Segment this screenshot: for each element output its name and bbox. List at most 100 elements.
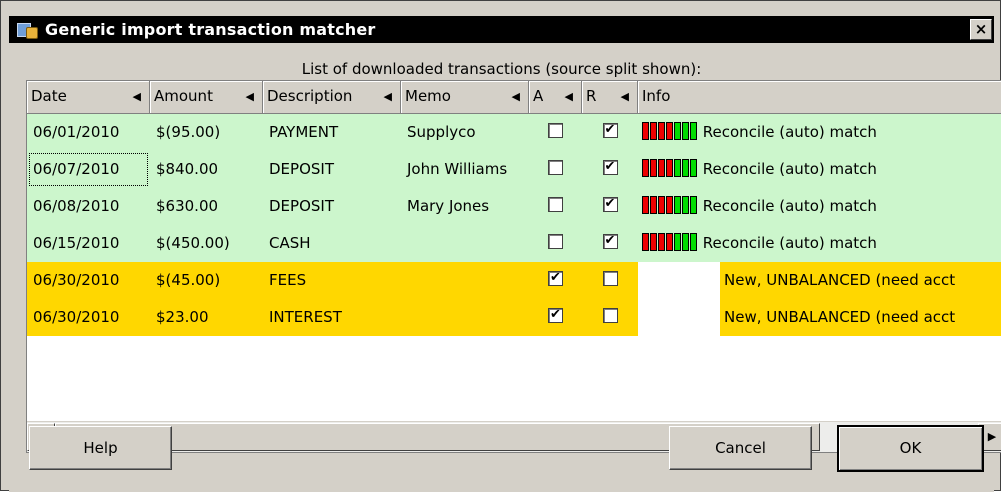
info-text: Reconcile (auto) match: [702, 234, 877, 252]
add-checkbox[interactable]: [548, 234, 563, 249]
sort-arrow-icon: ◀: [132, 90, 141, 103]
import-matcher-dialog: Generic import transaction matcher × Lis…: [0, 0, 1001, 492]
match-score-icon: [642, 121, 698, 140]
column-header-add[interactable]: A ◀: [529, 81, 582, 114]
add-cell: ✔: [529, 299, 582, 336]
column-label: Description: [267, 87, 353, 105]
info-cell: Reconcile (auto) match: [638, 114, 1001, 151]
column-header-description[interactable]: Description ◀: [263, 81, 401, 114]
reconcile-cell: ✔: [582, 225, 638, 262]
column-header-date[interactable]: Date ◀: [27, 81, 150, 114]
date-cell: 06/30/2010: [27, 299, 150, 336]
sort-arrow-icon: ◀: [245, 90, 254, 103]
sort-arrow-icon: ◀: [564, 90, 573, 103]
cancel-button[interactable]: Cancel: [669, 426, 812, 470]
description-cell: CASH: [263, 225, 401, 262]
memo-cell: Supplyco: [401, 114, 529, 151]
memo-cell: Mary Jones: [401, 188, 529, 225]
date-cell: 06/15/2010: [27, 225, 150, 262]
memo-cell: [401, 299, 529, 336]
reconcile-cell: [582, 262, 638, 299]
amount-cell: $23.00: [150, 299, 263, 336]
info-text: Reconcile (auto) match: [702, 197, 877, 215]
description-cell: FEES: [263, 262, 401, 299]
add-checkbox[interactable]: [548, 123, 563, 138]
info-text: Reconcile (auto) match: [702, 160, 877, 178]
add-cell: [529, 114, 582, 151]
column-header-amount[interactable]: Amount ◀: [150, 81, 263, 114]
add-checkbox[interactable]: ✔: [548, 308, 563, 323]
table-row[interactable]: 06/30/2010 $23.00 INTEREST ✔ New, UNBALA…: [27, 299, 1001, 336]
amount-cell: $(450.00): [150, 225, 263, 262]
close-icon[interactable]: ×: [970, 19, 992, 40]
table-row[interactable]: 06/07/2010 $840.00 DEPOSIT John Williams…: [27, 151, 1001, 188]
reconcile-checkbox[interactable]: ✔: [602, 197, 618, 212]
add-cell: [529, 188, 582, 225]
add-checkbox[interactable]: [548, 197, 563, 212]
amount-cell: $(95.00): [150, 114, 263, 151]
add-cell: ✔: [529, 262, 582, 299]
info-cell: Reconcile (auto) match: [638, 151, 1001, 188]
amount-cell: $(45.00): [150, 262, 263, 299]
table-row[interactable]: 06/30/2010 $(45.00) FEES ✔ New, UNBALANC…: [27, 262, 1001, 299]
title-bar[interactable]: Generic import transaction matcher ×: [9, 16, 994, 43]
add-checkbox[interactable]: ✔: [548, 271, 563, 286]
sort-arrow-icon: ◀: [383, 90, 392, 103]
reconcile-checkbox[interactable]: ✔: [602, 123, 618, 138]
match-score-icon: [642, 232, 698, 251]
add-cell: [529, 225, 582, 262]
amount-cell: $630.00: [150, 188, 263, 225]
table-row[interactable]: 06/01/2010 $(95.00) PAYMENT Supplyco ✔ R…: [27, 114, 1001, 151]
column-label: A: [533, 87, 544, 105]
transaction-list[interactable]: Date ◀ Amount ◀ Description ◀ Memo ◀ A ◀…: [26, 80, 1001, 453]
help-button-label: Help: [83, 439, 118, 457]
reconcile-checkbox[interactable]: [602, 271, 618, 286]
column-label: Date: [31, 87, 67, 105]
info-cell: New, UNBALANCED (need acct: [720, 262, 1001, 299]
match-score-icon: [642, 158, 698, 177]
description-cell: DEPOSIT: [263, 151, 401, 188]
date-cell: 06/08/2010: [27, 188, 150, 225]
sort-arrow-icon: ◀: [511, 90, 520, 103]
date-cell: 06/07/2010: [27, 151, 150, 188]
memo-cell: [401, 225, 529, 262]
description-cell: PAYMENT: [263, 114, 401, 151]
column-label: R: [586, 87, 597, 105]
memo-cell: John Williams: [401, 151, 529, 188]
column-header-memo[interactable]: Memo ◀: [401, 81, 529, 114]
ok-button[interactable]: OK: [837, 425, 984, 472]
cancel-button-label: Cancel: [715, 439, 766, 457]
table-row[interactable]: 06/15/2010 $(450.00) CASH ✔ Reconcile (a…: [27, 225, 1001, 262]
info-gap: [638, 262, 720, 299]
add-checkbox[interactable]: [548, 160, 563, 175]
window-title: Generic import transaction matcher: [45, 20, 376, 39]
gnucash-app-icon: [17, 21, 39, 39]
description-cell: INTEREST: [263, 299, 401, 336]
description-cell: DEPOSIT: [263, 188, 401, 225]
column-header-row: Date ◀ Amount ◀ Description ◀ Memo ◀ A ◀…: [27, 81, 1001, 114]
reconcile-checkbox[interactable]: ✔: [602, 234, 618, 249]
table-row[interactable]: 06/08/2010 $630.00 DEPOSIT Mary Jones ✔ …: [27, 188, 1001, 225]
dialog-body: List of downloaded transactions (source …: [9, 43, 1001, 492]
amount-cell: $840.00: [150, 151, 263, 188]
info-cell: Reconcile (auto) match: [638, 225, 1001, 262]
column-label: Info: [642, 87, 671, 105]
column-header-reconcile[interactable]: R ◀: [582, 81, 638, 114]
reconcile-cell: ✔: [582, 188, 638, 225]
reconcile-cell: [582, 299, 638, 336]
column-header-info[interactable]: Info: [638, 81, 1001, 114]
reconcile-cell: ✔: [582, 151, 638, 188]
reconcile-cell: ✔: [582, 114, 638, 151]
info-text: Reconcile (auto) match: [702, 123, 877, 141]
help-button[interactable]: Help: [29, 426, 172, 470]
reconcile-checkbox[interactable]: ✔: [602, 160, 618, 175]
info-gap: [638, 299, 720, 336]
sort-arrow-icon: ◀: [620, 90, 629, 103]
info-cell: Reconcile (auto) match: [638, 188, 1001, 225]
memo-cell: [401, 262, 529, 299]
ok-button-label: OK: [899, 439, 922, 457]
reconcile-checkbox[interactable]: [602, 308, 618, 323]
transaction-rows: 06/01/2010 $(95.00) PAYMENT Supplyco ✔ R…: [27, 114, 1001, 336]
date-cell: 06/30/2010: [27, 262, 150, 299]
column-label: Amount: [154, 87, 213, 105]
